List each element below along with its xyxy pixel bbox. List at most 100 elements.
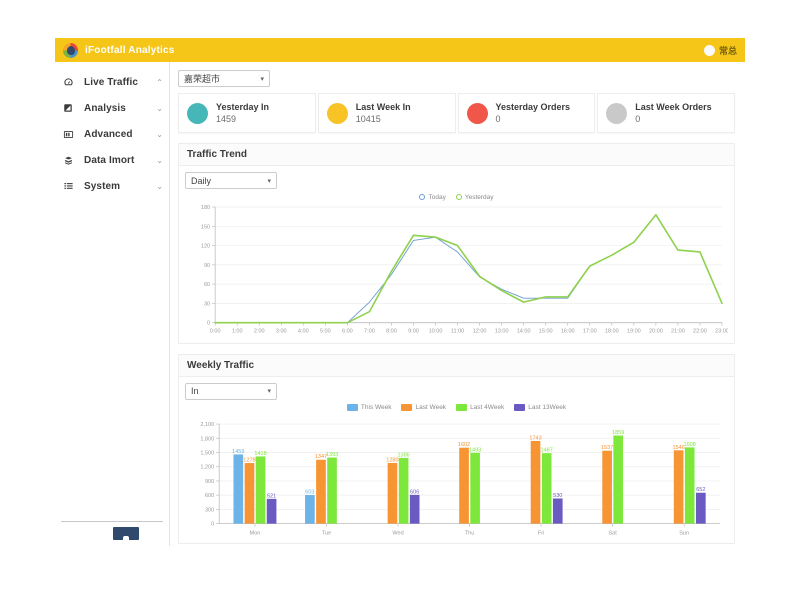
brand-title: iFootfall Analytics <box>85 44 175 56</box>
stat-card-value: 1459 <box>216 114 237 124</box>
app-window: iFootfall Analytics 常总 Live Traffic ⌃ An… <box>55 38 745 546</box>
svg-text:7:00: 7:00 <box>364 329 375 335</box>
svg-text:2:00: 2:00 <box>254 329 265 335</box>
svg-text:530: 530 <box>553 493 562 499</box>
chevron-up-icon[interactable]: ⌃ <box>156 78 163 87</box>
svg-text:900: 900 <box>205 479 214 485</box>
chevron-down-icon[interactable]: ⌄ <box>156 104 163 113</box>
svg-text:13:00: 13:00 <box>495 329 509 335</box>
svg-text:Wed: Wed <box>392 530 403 536</box>
divider <box>61 521 163 522</box>
legend-label: Yesterday <box>464 193 494 201</box>
sidebar-item-analysis[interactable]: Analysis ⌄ <box>55 95 169 121</box>
svg-text:16:00: 16:00 <box>561 329 575 335</box>
svg-text:12:00: 12:00 <box>473 329 487 335</box>
legend-marker-icon <box>455 194 462 200</box>
svg-text:30: 30 <box>204 301 210 307</box>
weekly-traffic-legend: This Week Last Week Last 4Week Last 13We… <box>185 402 728 414</box>
weekly-traffic-panel: Weekly Traffic In ▾ This Week Last Week … <box>178 353 735 545</box>
sidebar-item-label: Analysis <box>84 102 126 114</box>
chevron-down-icon[interactable]: ⌄ <box>156 156 163 165</box>
traffic-trend-header: Traffic Trend <box>179 144 734 166</box>
database-icon <box>63 155 76 166</box>
stat-card-title: Last Week Orders <box>635 102 712 112</box>
svg-text:1608: 1608 <box>684 442 696 448</box>
svg-text:120: 120 <box>201 244 210 250</box>
svg-text:22:00: 22:00 <box>693 329 707 335</box>
svg-text:Tue: Tue <box>322 530 331 536</box>
svg-text:4:00: 4:00 <box>298 329 309 335</box>
svg-text:1393: 1393 <box>326 452 338 458</box>
taskbar-thumbnail-icon[interactable] <box>113 527 139 540</box>
svg-text:5:00: 5:00 <box>320 329 331 335</box>
legend-item-last-week[interactable]: Last Week <box>401 404 446 412</box>
svg-text:90: 90 <box>204 263 210 269</box>
stat-card-last-week-in: Last Week In 10415 <box>317 93 456 133</box>
svg-text:1:00: 1:00 <box>232 329 243 335</box>
legend-item-last-13week[interactable]: Last 13Week <box>514 404 567 412</box>
legend-label: Last 4Week <box>470 404 505 412</box>
user-avatar-icon <box>703 44 715 56</box>
top-bar: iFootfall Analytics 常总 <box>55 38 745 62</box>
svg-text:17:00: 17:00 <box>583 329 597 335</box>
svg-text:Thu: Thu <box>465 530 475 536</box>
traffic-trend-toolbar: Daily ▾ <box>185 172 728 191</box>
sidebar-item-advanced[interactable]: Advanced ⌄ <box>55 121 169 147</box>
legend-item-last-4week[interactable]: Last 4Week <box>456 404 505 412</box>
legend-swatch-icon <box>346 404 358 412</box>
svg-text:23:00: 23:00 <box>715 329 728 335</box>
legend-item-today[interactable]: Today <box>419 194 446 201</box>
stat-card-yesterday-orders: Yesterday Orders 0 <box>457 93 596 133</box>
traffic-trend-legend: Today Yesterday <box>185 191 728 203</box>
sidebar-item-label: Data Imort <box>84 154 135 166</box>
svg-text:Fri: Fri <box>538 530 544 536</box>
sidebar-item-label: Live Traffic <box>84 76 138 88</box>
chevron-down-icon: ▾ <box>267 177 271 185</box>
user-name-label: 常总 <box>718 45 737 56</box>
sidebar: Live Traffic ⌃ Analysis ⌄ Advanced ⌄ Dat… <box>55 62 170 546</box>
svg-text:6:00: 6:00 <box>342 329 353 335</box>
svg-text:10:00: 10:00 <box>429 329 443 335</box>
legend-item-yesterday[interactable]: Yesterday <box>455 193 494 201</box>
period-select[interactable]: Daily ▾ <box>185 172 277 189</box>
svg-text:1493: 1493 <box>469 447 481 453</box>
sidebar-item-data-import[interactable]: Data Imort ⌄ <box>55 147 169 173</box>
sidebar-item-live-traffic[interactable]: Live Traffic ⌃ <box>55 69 169 95</box>
svg-text:60: 60 <box>204 282 210 288</box>
weekly-traffic-chart: 0 300 600 900 1,200 1,500 1,800 2,100 Mon 1459 127… <box>200 422 720 536</box>
svg-text:18:00: 18:00 <box>605 329 619 335</box>
svg-text:603: 603 <box>305 489 314 495</box>
svg-text:15:00: 15:00 <box>539 329 553 335</box>
store-select-value: 嘉荣超市 <box>184 74 221 84</box>
note-icon <box>63 103 76 113</box>
legend-item-this-week[interactable]: This Week <box>346 404 391 412</box>
sidebar-item-label: Advanced <box>84 128 133 140</box>
legend-label: Last 13Week <box>528 404 567 412</box>
sidebar-item-system[interactable]: System ⌄ <box>55 173 169 199</box>
svg-text:1386: 1386 <box>397 452 409 458</box>
weekly-traffic-header: Weekly Traffic <box>179 354 734 377</box>
svg-text:521: 521 <box>267 493 276 499</box>
topbar-user-area[interactable]: 常总 <box>703 44 737 57</box>
chevron-down-icon[interactable]: ⌄ <box>156 130 163 139</box>
chevron-down-icon: ▾ <box>267 388 271 396</box>
traffic-trend-chart: 0 30 60 90 120 150 180 0:00 1:00 2:00 3:00 4:00 5:00… <box>201 205 728 335</box>
svg-text:0: 0 <box>211 521 214 527</box>
svg-text:1418: 1418 <box>254 451 266 457</box>
svg-text:8:00: 8:00 <box>386 329 397 335</box>
stat-card-title: Yesterday In <box>216 102 270 112</box>
chevron-down-icon[interactable]: ⌄ <box>156 182 163 191</box>
svg-text:652: 652 <box>696 487 705 493</box>
weekly-traffic-toolbar: In ▾ <box>185 382 728 402</box>
direction-select[interactable]: In ▾ <box>185 382 277 400</box>
svg-text:1,200: 1,200 <box>200 464 214 470</box>
svg-text:1537: 1537 <box>601 445 613 451</box>
store-select[interactable]: 嘉荣超市 ▾ <box>178 70 270 87</box>
svg-text:600: 600 <box>205 493 214 499</box>
svg-text:1,500: 1,500 <box>200 450 214 456</box>
period-select-value: Daily <box>191 175 212 186</box>
svg-text:14:00: 14:00 <box>517 329 531 335</box>
sidebar-item-label: System <box>84 180 121 192</box>
stat-card-last-week-orders: Last Week Orders 0 <box>597 93 735 133</box>
app-logo-icon <box>63 42 78 58</box>
